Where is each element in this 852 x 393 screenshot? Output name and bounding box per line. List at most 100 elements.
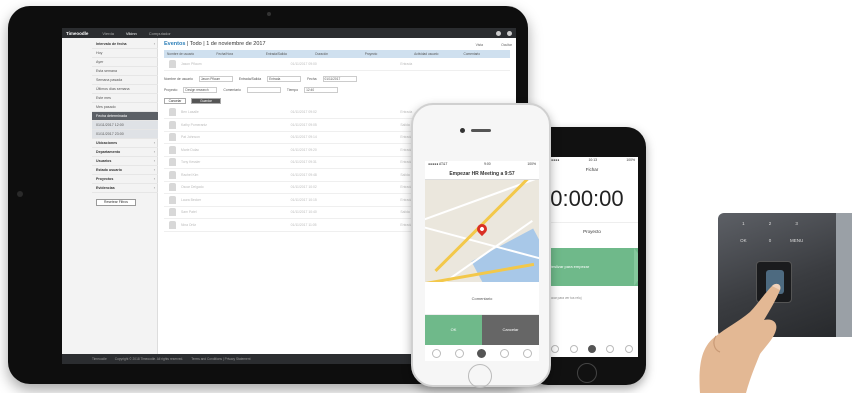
tab-icon[interactable] <box>454 348 464 358</box>
keypad-key[interactable]: OK <box>730 238 757 251</box>
cancel-button[interactable]: Cancelar <box>164 97 186 104</box>
nav-item-1[interactable]: Vierda <box>102 31 114 36</box>
topnav-icons <box>496 30 512 36</box>
sidebar-item[interactable]: Fecha determinada <box>92 112 158 121</box>
tab-icon[interactable] <box>606 345 615 353</box>
sidebar-item[interactable]: Esta semana <box>92 67 158 76</box>
tab-icon[interactable] <box>431 348 441 358</box>
footer-links[interactable]: Terms and Conditions | Privacy Statement <box>191 357 250 361</box>
settings-icon[interactable] <box>496 30 501 36</box>
user-field[interactable]: Jason Pflaum <box>198 76 233 82</box>
front-camera <box>460 128 465 133</box>
sidebar-item[interactable]: Evidencias › <box>92 184 158 193</box>
sidebar-item[interactable]: Semana pasada <box>92 76 158 85</box>
sidebar-item[interactable]: Este mes <box>92 94 158 103</box>
sidebar-item[interactable]: Intervalo de fecha › <box>92 40 158 49</box>
black-phone-screen: ●●●●● 10:13 100% Fichar 00:00:00 Proyect… <box>546 157 638 357</box>
date-field[interactable]: 01/11/2017 <box>322 76 357 82</box>
cancel-button[interactable]: Cancelar <box>482 315 539 345</box>
avatar <box>169 183 176 192</box>
time-field[interactable]: 12:40 <box>304 87 339 93</box>
row-name: Sam Patel <box>181 210 197 215</box>
project-label: Proyecto <box>164 88 178 92</box>
project-select[interactable]: Design research <box>183 87 218 93</box>
chevron-right-icon: › <box>153 141 155 145</box>
nav-item-3[interactable]: Computador <box>149 31 171 36</box>
tab-icon[interactable] <box>551 345 560 353</box>
sidebar-item[interactable]: Últimos días semana <box>92 85 158 94</box>
comment-field[interactable] <box>246 87 281 93</box>
tab-icon[interactable] <box>569 345 578 353</box>
row-name: Oscar Delgado <box>181 185 204 190</box>
row-time: 01/11/2017 09:48 <box>290 172 317 177</box>
avatar <box>169 158 176 167</box>
avatar <box>169 220 176 229</box>
tablet-camera <box>267 12 271 16</box>
column-header[interactable]: Comentario <box>461 52 510 56</box>
ok-button[interactable]: OK <box>425 315 482 345</box>
type-select[interactable]: Entrada <box>267 76 302 82</box>
table-row[interactable]: Jason Pflaum 01/11/2017 09:00 Entrada <box>164 58 510 71</box>
form-line-1: Nombre de usuario Jason Pflaum Entrada/S… <box>164 74 510 85</box>
status-time: 9:00 <box>484 162 491 166</box>
sidebar-item[interactable]: Ayer <box>92 58 158 67</box>
map-street <box>425 180 539 226</box>
row-name: Rachel Kim <box>181 172 199 177</box>
sidebar-item[interactable]: Proyectos › <box>92 175 158 184</box>
row-time: 01/11/2017 10:15 <box>290 197 317 202</box>
tab-icon[interactable] <box>624 345 633 353</box>
keypad-key[interactable]: 3 <box>783 221 810 234</box>
date-label: Fecha <box>307 77 317 81</box>
keypad-key[interactable]: 1 <box>730 221 757 234</box>
project-selector[interactable]: Proyecto <box>546 222 638 240</box>
column-header[interactable]: Entrada/Salida <box>263 52 312 56</box>
time-label: Tiempo <box>286 88 299 92</box>
sidebar-item[interactable]: Usuarios › <box>92 157 158 166</box>
column-header[interactable]: Duración <box>312 52 361 56</box>
column-header[interactable]: Actividad usuario <box>411 52 460 56</box>
hide-link[interactable]: Ocultar <box>501 43 512 47</box>
location-pin-icon <box>474 221 490 237</box>
white-phone-device: ●●●●● AT&T 9:00 100% Empezar HR Meeting … <box>411 103 551 388</box>
chevron-right-icon: › <box>153 159 155 163</box>
user-icon[interactable] <box>507 30 512 36</box>
tab-icon[interactable] <box>500 348 510 358</box>
reset-filters-button[interactable]: Resetear Filtros <box>96 199 136 206</box>
row-time: 01/11/2017 09:14 <box>290 135 317 140</box>
save-button[interactable]: Guardar <box>191 97 221 104</box>
chevron-right-icon: › <box>153 177 155 181</box>
keypad-key[interactable]: 2 <box>757 221 784 234</box>
carrier-indicator: ●●●●● AT&T <box>428 162 448 166</box>
sidebar-item[interactable]: Departamento › <box>92 148 158 157</box>
sidebar-item[interactable]: Estado usuario › <box>92 166 158 175</box>
table-header: Nombre de usuario Fecha/Hora Entrada/Salid… <box>164 50 510 58</box>
keypad-key[interactable]: 0 <box>757 238 784 251</box>
tab-icon-active[interactable] <box>587 345 596 353</box>
chevron-right-icon: › <box>153 186 155 190</box>
sidebar-item[interactable]: 01/11/2017 12:00 <box>92 121 158 130</box>
tab-icon-active[interactable] <box>477 348 487 358</box>
column-header[interactable]: Nombre de usuario <box>164 52 213 56</box>
location-map[interactable] <box>425 180 539 282</box>
sidebar-item[interactable]: Hoy <box>92 49 158 58</box>
view-links: Vista Ocultar <box>476 43 512 47</box>
sidebar-item[interactable]: Mes pasado <box>92 103 158 112</box>
row-name: Pat Johnson <box>181 135 200 140</box>
view-link[interactable]: Vista <box>476 43 483 47</box>
type-label: Entrada/Salida <box>238 77 262 81</box>
status-time: 10:13 <box>588 158 598 162</box>
row-time: 01/11/2017 09:20 <box>290 147 317 152</box>
swipe-to-start-slider[interactable]: Deslizar para empezar <box>546 248 638 286</box>
tab-icon[interactable] <box>523 348 533 358</box>
home-button <box>468 364 492 388</box>
hand-image <box>699 283 781 393</box>
keypad-key[interactable]: MENU <box>783 238 810 251</box>
sidebar-item[interactable]: 01/11/2017 23:00 <box>92 130 158 139</box>
comment-field[interactable]: Comentario <box>425 282 539 315</box>
nav-item-2[interactable]: Vikinn <box>126 31 137 36</box>
sidebar-item[interactable]: Ubicaciones › <box>92 139 158 148</box>
column-header[interactable]: Fecha/Hora <box>213 52 262 56</box>
comment-label: Comentario <box>223 88 241 92</box>
column-header[interactable]: Proyecto <box>362 52 411 56</box>
avatar <box>169 170 176 179</box>
